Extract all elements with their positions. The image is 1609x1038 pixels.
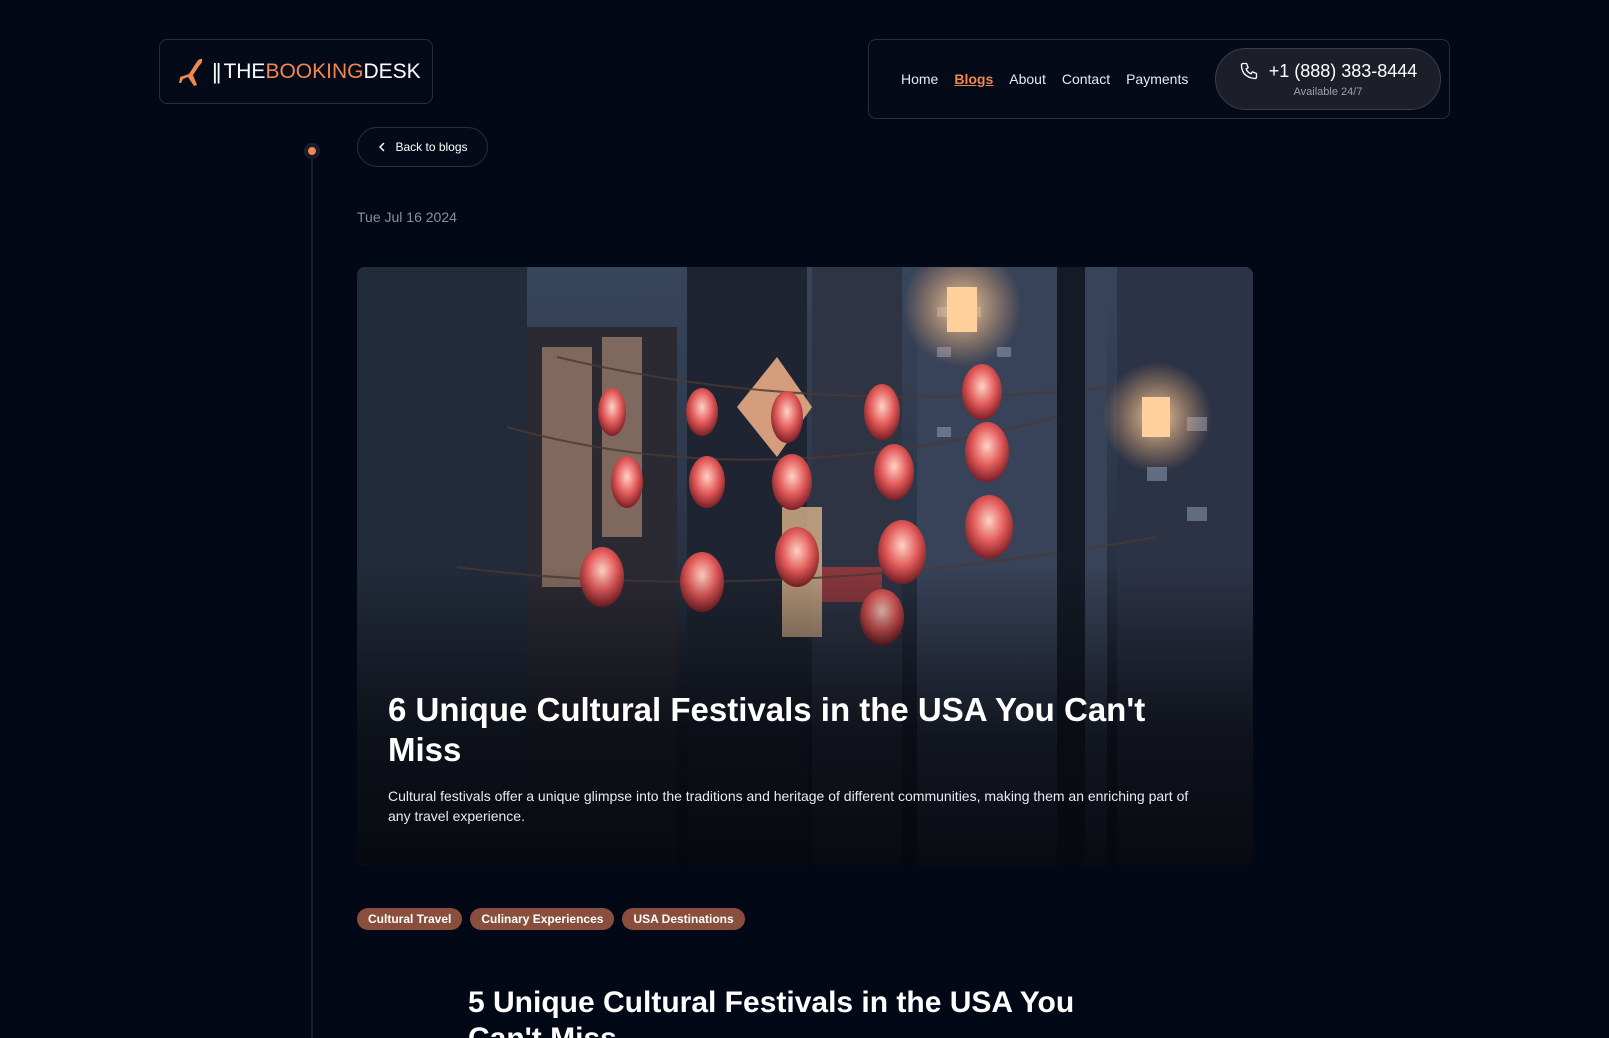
hero-description: Cultural festivals offer a unique glimps… (388, 788, 1189, 824)
post-date: Tue Jul 16 2024 (357, 209, 457, 225)
tag-culinary-experiences[interactable]: Culinary Experiences (470, 908, 615, 930)
logo-bars: || (212, 58, 222, 84)
timeline-dot (306, 145, 318, 157)
logo[interactable]: || THEBOOKINGDESK (159, 39, 433, 104)
nav-link-payments[interactable]: Payments (1126, 71, 1188, 87)
phone-availability: Available 24/7 (1293, 85, 1363, 98)
phone-icon (1240, 62, 1257, 80)
main-nav: Home Blogs About Contact Payments +1 (88… (868, 39, 1450, 119)
hero-title: 6 Unique Cultural Festivals in the USA Y… (388, 691, 1146, 768)
chevron-left-icon (379, 142, 385, 152)
logo-the: THE (223, 59, 266, 83)
phone-row: +1 (888) 383-8444 (1239, 60, 1418, 82)
hero-card: 6 Unique Cultural Festivals in the USA Y… (357, 267, 1253, 866)
tag-usa-destinations[interactable]: USA Destinations (622, 908, 745, 930)
phone-button[interactable]: +1 (888) 383-8444 Available 24/7 (1215, 48, 1441, 110)
back-to-blogs-button[interactable]: Back to blogs (357, 127, 488, 167)
nav-links: Home Blogs About Contact Payments (901, 71, 1188, 87)
blog-post-page: || THEBOOKINGDESK Home Blogs About Conta… (0, 0, 1609, 1038)
nav-link-blogs[interactable]: Blogs (954, 71, 993, 87)
tag-list: Cultural Travel Culinary Experiences USA… (357, 908, 745, 930)
nav-link-about[interactable]: About (1009, 71, 1046, 87)
logo-text: THEBOOKINGDESK (223, 60, 420, 84)
nav-link-contact[interactable]: Contact (1062, 71, 1110, 87)
article-title: 5 Unique Cultural Festivals in the USA Y… (468, 986, 1075, 1038)
tag-cultural-travel[interactable]: Cultural Travel (357, 908, 463, 930)
logo-booking: BOOKING (265, 59, 364, 83)
nav-link-home[interactable]: Home (901, 71, 938, 87)
phone-number: +1 (888) 383-8444 (1268, 60, 1418, 81)
logo-desk: DESK (363, 59, 421, 83)
airplane-icon (179, 58, 203, 86)
back-to-blogs-label: Back to blogs (395, 140, 468, 154)
hero-overlay (357, 267, 1253, 866)
timeline-line (311, 158, 313, 1038)
